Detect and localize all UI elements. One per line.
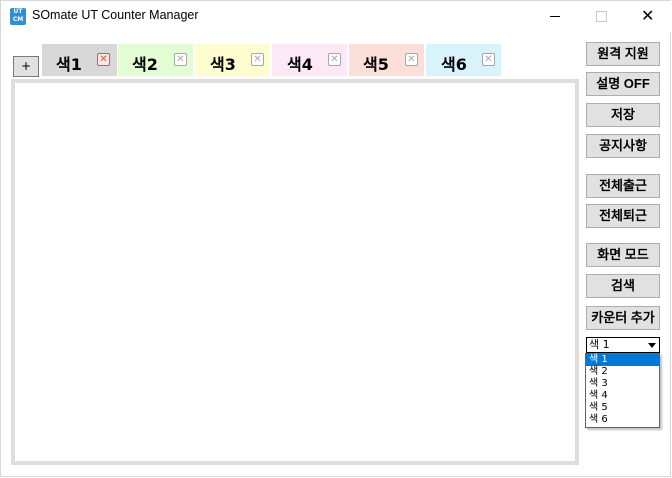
dropdown-option[interactable]: 색 2 xyxy=(586,366,659,378)
dropdown-option[interactable]: 색 1 xyxy=(586,354,659,366)
tab-2[interactable]: 색2 ✕ xyxy=(118,44,193,76)
add-counter-button[interactable]: 카운터 추가 xyxy=(586,306,660,330)
tab-close-icon[interactable]: ✕ xyxy=(97,53,110,66)
color-select[interactable]: 색 1 xyxy=(586,337,660,353)
save-button[interactable]: 저장 xyxy=(586,103,660,127)
dropdown-option[interactable]: 색 5 xyxy=(586,402,659,414)
window-title: SOmate UT Counter Manager xyxy=(32,8,199,22)
tab-label: 색5 xyxy=(363,55,389,74)
tab-close-icon[interactable]: ✕ xyxy=(251,53,264,66)
dropdown-option[interactable]: 색 3 xyxy=(586,378,659,390)
app-logo-text-bottom: CM xyxy=(12,16,24,23)
color-select-value: 색 1 xyxy=(589,338,610,351)
app-logo-text-top: UT xyxy=(13,8,23,15)
maximize-icon xyxy=(596,11,607,22)
screen-mode-button[interactable]: 화면 모드 xyxy=(586,243,660,267)
search-button[interactable]: 검색 xyxy=(586,274,660,298)
tab-4[interactable]: 색4 ✕ xyxy=(272,44,347,76)
app-logo-icon: UT CM xyxy=(10,8,26,25)
tab-label: 색1 xyxy=(56,55,82,74)
tab-label: 색2 xyxy=(132,55,158,74)
chevron-down-icon[interactable] xyxy=(648,343,656,348)
dropdown-option[interactable]: 색 4 xyxy=(586,390,659,402)
close-icon: ✕ xyxy=(641,6,655,25)
title-bar[interactable]: UT CM SOmate UT Counter Manager ✕ xyxy=(1,1,671,32)
tab-3[interactable]: 색3 ✕ xyxy=(195,44,270,76)
counter-panel xyxy=(11,79,579,465)
tab-close-icon[interactable]: ✕ xyxy=(328,53,341,66)
remote-support-button[interactable]: 원격 지원 xyxy=(586,42,660,66)
notice-button[interactable]: 공지사항 xyxy=(586,134,660,158)
tab-close-icon[interactable]: ✕ xyxy=(405,53,418,66)
tab-1[interactable]: 색1 ✕ xyxy=(42,44,117,76)
minimize-button[interactable] xyxy=(532,1,578,32)
counter-area xyxy=(15,83,575,461)
color-select-dropdown: 색 1 색 2 색 3 색 4 색 5 색 6 xyxy=(585,353,660,428)
tab-label: 색4 xyxy=(287,55,313,74)
close-button[interactable]: ✕ xyxy=(624,1,670,32)
dropdown-option[interactable]: 색 6 xyxy=(586,414,659,426)
tab-close-icon[interactable]: ✕ xyxy=(174,53,187,66)
tab-close-icon[interactable]: ✕ xyxy=(482,53,495,66)
tab-label: 색6 xyxy=(441,55,467,74)
maximize-button[interactable] xyxy=(578,1,624,32)
minimize-icon xyxy=(550,16,560,17)
tab-label: 색3 xyxy=(210,55,236,74)
tab-6[interactable]: 색6 ✕ xyxy=(426,44,501,76)
tab-5[interactable]: 색5 ✕ xyxy=(349,44,424,76)
all-check-out-button[interactable]: 전체퇴근 xyxy=(586,204,660,228)
description-toggle-button[interactable]: 설명 OFF xyxy=(586,72,660,96)
all-check-in-button[interactable]: 전체출근 xyxy=(586,174,660,198)
add-tab-button[interactable]: + xyxy=(13,56,39,77)
